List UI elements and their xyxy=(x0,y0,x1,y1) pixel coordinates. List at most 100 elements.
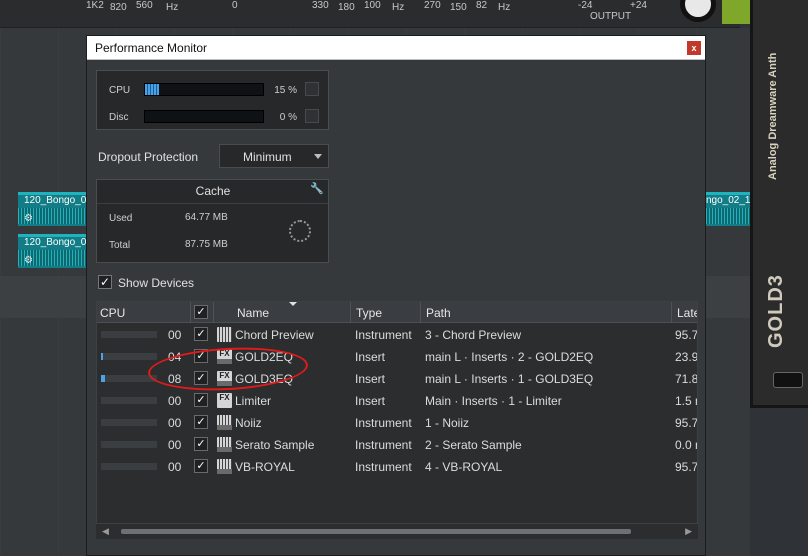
row-path: 4 - VB-ROYAL xyxy=(425,460,503,474)
row-latency: 95.7 xyxy=(675,460,698,474)
disc-meter-value: 0 % xyxy=(279,112,297,123)
row-type: Instrument xyxy=(355,416,412,430)
eq-label: 1K2 xyxy=(86,0,104,11)
column-header-name[interactable]: Name xyxy=(237,306,269,320)
instrument-icon xyxy=(217,327,232,342)
row-enable-checkbox[interactable]: ✓ xyxy=(194,437,208,451)
column-header-cpu[interactable]: CPU xyxy=(100,306,125,320)
scroll-left-icon[interactable]: ◀ xyxy=(102,526,109,537)
row-cpu-count: 00 xyxy=(168,438,182,452)
row-latency: 71.8 xyxy=(675,372,698,386)
row-enable-checkbox[interactable]: ✓ xyxy=(194,327,208,341)
show-devices-checkbox[interactable]: ✓ xyxy=(98,275,112,289)
row-latency: 0.0 n xyxy=(675,438,697,452)
row-latency: 23.9 xyxy=(675,350,698,364)
row-enable-checkbox[interactable]: ✓ xyxy=(194,415,208,429)
wrench-icon[interactable]: 🔧 xyxy=(310,182,324,195)
eq-plugin-strip: 1K2 820 560 Hz 0 330 180 100 Hz 270 150 … xyxy=(0,0,740,28)
row-cpu-count: 00 xyxy=(168,394,182,408)
eq-label: Hz xyxy=(166,2,179,13)
close-icon[interactable]: x xyxy=(687,41,701,55)
eq-label: 82 xyxy=(476,0,488,11)
loading-spinner-icon xyxy=(289,220,311,242)
column-header-type[interactable]: Type xyxy=(356,306,382,320)
dropout-protection-select[interactable]: Minimum xyxy=(219,144,329,168)
output-min: -24 xyxy=(578,0,593,11)
show-devices-label: Show Devices xyxy=(118,276,195,290)
row-cpu-count: 00 xyxy=(168,328,182,342)
row-cpu-count: 00 xyxy=(168,416,182,430)
eq-label: 150 xyxy=(450,2,467,13)
row-cpu-bar xyxy=(101,441,157,448)
row-path: main L · Inserts · 2 - GOLD2EQ xyxy=(425,350,594,364)
eq-label: Hz xyxy=(392,2,405,13)
fx-icon: FX xyxy=(217,393,232,408)
column-header-latency[interactable]: Late xyxy=(677,306,697,320)
row-enable-checkbox[interactable]: ✓ xyxy=(194,393,208,407)
row-cpu-bar xyxy=(101,419,157,426)
table-row[interactable]: 00 ✓ Chord Preview Instrument 3 - Chord Prev… xyxy=(97,324,697,346)
table-row[interactable]: 00 ✓ VB-ROYAL Instrument 4 - VB-ROYAL 95.7 xyxy=(97,456,697,478)
audio-clip[interactable]: 120_Bongo_0 ⚙ xyxy=(18,192,86,226)
row-name: Limiter xyxy=(235,394,272,408)
column-divider xyxy=(190,302,191,323)
horizontal-scrollbar[interactable]: ◀ ▶ xyxy=(96,524,698,539)
scrollbar-thumb[interactable] xyxy=(121,529,631,534)
clip-label: ngo_02_1 xyxy=(706,195,750,206)
table-row[interactable]: 00 ✓ Noiiz Instrument 1 - Noiiz 95.7 xyxy=(97,412,697,434)
header-checkbox[interactable]: ✓ xyxy=(194,305,208,319)
cpu-meter-fill xyxy=(145,84,160,95)
waveform xyxy=(706,208,750,224)
audio-clip[interactable]: ngo_02_1 xyxy=(706,192,750,226)
column-header-path[interactable]: Path xyxy=(426,306,451,320)
row-cpu-bar xyxy=(101,353,157,360)
disc-meter xyxy=(144,110,264,123)
disc-meter-label: Disc xyxy=(109,112,129,123)
row-cpu-bar xyxy=(101,397,157,404)
row-path: 1 - Noiiz xyxy=(425,416,470,430)
row-latency: 95.7 xyxy=(675,416,698,430)
instrument-icon xyxy=(217,415,232,430)
plugin-accent xyxy=(722,0,752,24)
clip-label: 120_Bongo_0 xyxy=(24,195,86,206)
eq-label: 560 xyxy=(136,0,153,11)
cpu-meter-label: CPU xyxy=(109,85,131,96)
row-cpu-fill xyxy=(101,353,104,360)
audio-clip[interactable]: 120_Bongo_0 ⚙ xyxy=(18,234,86,268)
row-name: VB-ROYAL xyxy=(235,460,295,474)
column-divider xyxy=(420,302,421,323)
gold3-plugin-panel: Analog Dreamware Anth GOLD3 xyxy=(750,0,808,408)
instrument-icon xyxy=(217,437,232,452)
cache-total-label: Total xyxy=(109,240,131,251)
disc-peak-indicator xyxy=(305,109,319,123)
output-label: OUTPUT xyxy=(590,11,632,22)
instrument-icon xyxy=(217,459,232,474)
titlebar[interactable]: Performance Monitor x xyxy=(87,36,705,60)
row-enable-checkbox[interactable]: ✓ xyxy=(194,459,208,473)
plugin-button[interactable] xyxy=(773,372,803,388)
row-type: Insert xyxy=(355,350,386,364)
output-knob[interactable] xyxy=(680,0,716,22)
row-name: Noiiz xyxy=(235,416,262,430)
chevron-down-icon xyxy=(314,154,322,159)
plugin-name: GOLD3 xyxy=(765,274,787,348)
gear-icon: ⚙ xyxy=(24,255,33,266)
eq-label: 270 xyxy=(424,0,441,11)
row-path: 2 - Serato Sample xyxy=(425,438,522,452)
sort-descending-icon xyxy=(289,302,297,306)
devices-table: CPU ✓ Name Type Path Late 00 ✓ Chord Previ… xyxy=(96,301,698,524)
table-header: CPU ✓ Name Type Path Late xyxy=(97,302,697,323)
row-type: Instrument xyxy=(355,460,412,474)
gear-icon: ⚙ xyxy=(24,213,33,224)
divider xyxy=(97,203,328,204)
row-name: Serato Sample xyxy=(235,438,315,452)
scroll-right-icon[interactable]: ▶ xyxy=(685,526,692,537)
table-row[interactable]: 00 ✓ Serato Sample Instrument 2 - Serato Sam… xyxy=(97,434,697,456)
eq-label: 330 xyxy=(312,0,329,11)
row-path: main L · Inserts · 1 - GOLD3EQ xyxy=(425,372,594,386)
row-path: 3 - Chord Preview xyxy=(425,328,522,342)
table-row[interactable]: 00 ✓ FX Limiter Insert Main · Inserts · 1 - L… xyxy=(97,390,697,412)
row-path: Main · Inserts · 1 - Limiter xyxy=(425,394,562,408)
cache-used-value: 64.77 MB xyxy=(185,212,228,223)
row-type: Instrument xyxy=(355,438,412,452)
